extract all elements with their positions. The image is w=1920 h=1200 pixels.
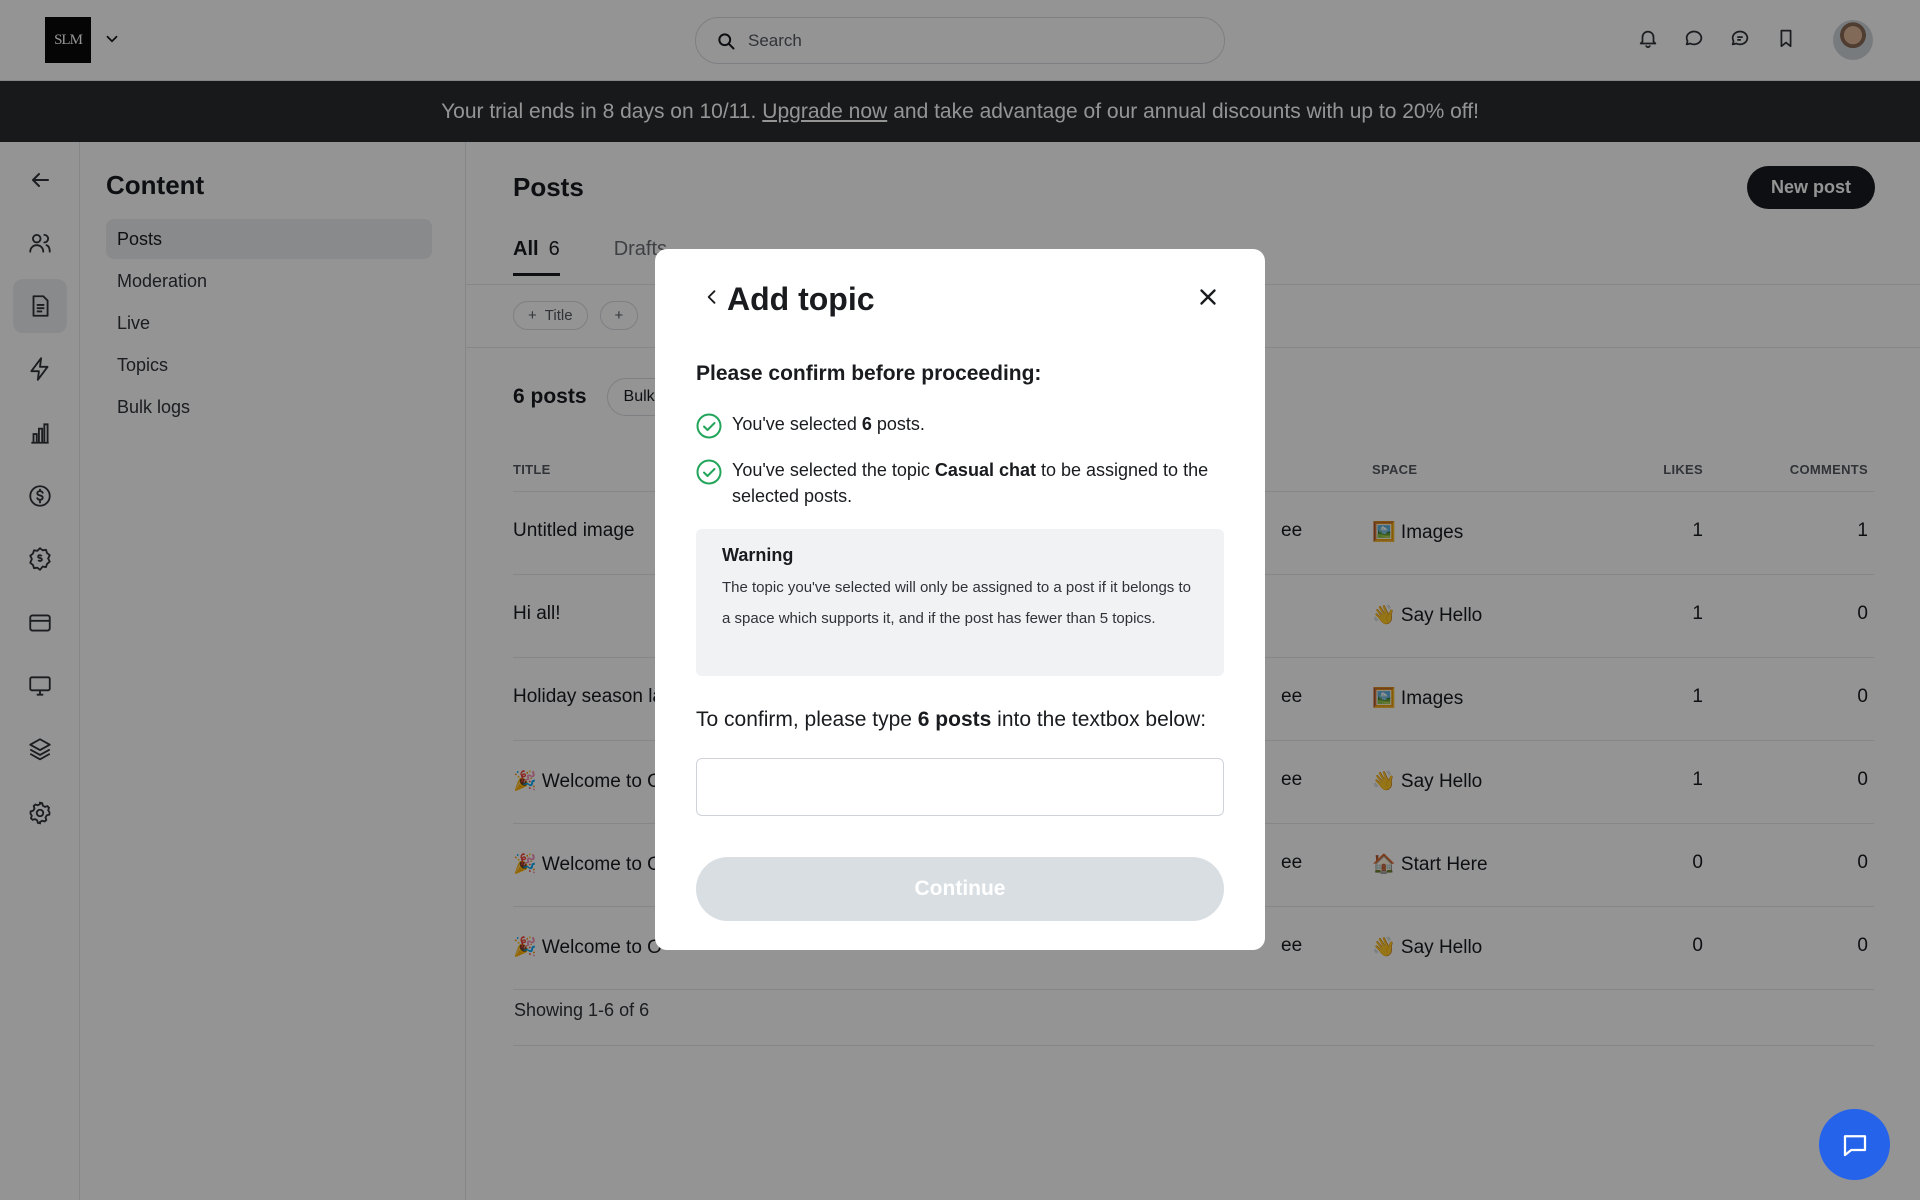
check1-count: 6 xyxy=(861,414,872,434)
check2-text: You've selected the topic xyxy=(732,460,935,480)
check-circle-icon xyxy=(696,459,722,485)
add-topic-modal: Add topic Please confirm before proceedi… xyxy=(655,249,1265,950)
support-chat-button[interactable] xyxy=(1819,1109,1890,1180)
warning-title: Warning xyxy=(722,545,794,565)
modal-subtitle: Please confirm before proceeding: xyxy=(696,362,1042,385)
warning-box: Warning The topic you've selected will o… xyxy=(696,529,1224,676)
check-circle-icon xyxy=(696,413,722,439)
confirm-phrase: 6 posts xyxy=(917,708,992,731)
confirmation-topic-selected: You've selected the topic Casual chat to… xyxy=(696,457,1226,509)
check2-topic: Casual chat xyxy=(934,460,1036,480)
check1-text: You've selected xyxy=(732,414,862,434)
continue-button[interactable]: Continue xyxy=(696,857,1224,921)
confirm-text-input[interactable] xyxy=(696,758,1224,816)
warning-text: The topic you've selected will only be a… xyxy=(722,579,1191,627)
confirmation-posts-selected: You've selected 6 posts. xyxy=(696,411,925,439)
confirm-suffix: into the textbox below: xyxy=(991,708,1207,731)
chat-icon xyxy=(1843,1134,1866,1156)
confirm-text: To confirm, please type xyxy=(696,708,918,731)
chevron-left-icon[interactable] xyxy=(702,287,722,307)
confirm-instruction: To confirm, please type 6 posts into the… xyxy=(696,708,1206,732)
modal-title: Add topic xyxy=(727,281,875,317)
close-icon[interactable] xyxy=(1195,284,1221,310)
check1-suffix: posts. xyxy=(871,414,925,434)
